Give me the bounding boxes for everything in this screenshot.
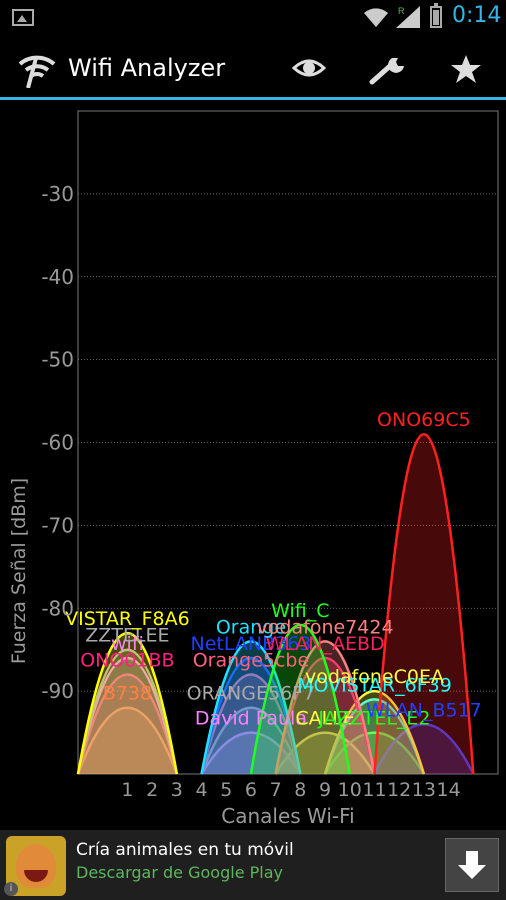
x-tick-label: 6: [245, 779, 257, 801]
y-tick-label: -30: [41, 182, 74, 206]
x-tick-label: 7: [270, 779, 282, 801]
x-tick-label: 12: [387, 779, 411, 801]
x-tick-label: 4: [195, 779, 207, 801]
ad-banner[interactable]: i Cría animales en tu móvil Descargar de…: [0, 830, 506, 900]
network-label: B738: [103, 683, 152, 705]
x-tick-label: 11: [362, 779, 386, 801]
app-title: Wifi Analyzer: [68, 54, 226, 82]
network-label: ONO69C5: [377, 409, 471, 431]
y-tick-label: -50: [41, 348, 74, 372]
status-bar: R 0:14: [0, 0, 506, 34]
x-tick-label: 13: [412, 779, 436, 801]
x-tick-label: 8: [294, 779, 306, 801]
y-tick-label: -40: [41, 265, 74, 289]
battery-icon: [430, 3, 442, 28]
x-tick-label: 3: [171, 779, 183, 801]
signal-icon: R: [396, 6, 420, 28]
x-tick-label: 9: [319, 779, 331, 801]
info-icon[interactable]: i: [4, 882, 18, 896]
y-tick-label: -70: [41, 513, 74, 537]
wrench-icon[interactable]: [368, 54, 408, 86]
download-button[interactable]: [445, 838, 499, 892]
x-tick-label: 5: [220, 779, 232, 801]
download-arrow-icon: [458, 851, 486, 879]
signal-chart: David PaulaCALLEJAZZTEL_E2WLAN_B517ORANG…: [8, 110, 499, 828]
ad-title: Cría animales en tu móvil: [76, 840, 294, 860]
eye-icon[interactable]: [292, 54, 326, 82]
x-tick-label: 2: [146, 779, 158, 801]
network-label: WLAN_B517: [366, 699, 482, 721]
x-tick-label: 10: [338, 779, 362, 801]
network-label: David Paula: [195, 708, 307, 730]
action-bar: Wifi Analyzer: [0, 34, 506, 100]
network-label: VISTAR_F8A6: [65, 608, 190, 630]
x-tick-label: 1: [121, 779, 133, 801]
star-icon[interactable]: [450, 54, 482, 84]
network-label: vodafoneC0EA: [305, 666, 444, 688]
network-badge: R: [398, 6, 405, 16]
x-tick-label: 14: [436, 779, 460, 801]
wifi-app-logo-icon: [18, 55, 56, 88]
wifi-icon: [364, 8, 388, 27]
clock: 0:14: [452, 3, 502, 28]
image-icon: [12, 9, 34, 26]
y-tick-label: -80: [41, 596, 74, 620]
x-axis-label: Canales Wi-Fi: [221, 804, 355, 828]
y-tick-label: -60: [41, 431, 74, 455]
y-axis-label: Fuerza Señal [dBm]: [8, 478, 30, 664]
network-label: Wifi_C: [271, 600, 329, 622]
network-label: ORANGE56F7: [187, 683, 316, 705]
ad-subtitle: Descargar de Google Play: [76, 863, 283, 882]
y-tick-label: -90: [41, 679, 74, 703]
